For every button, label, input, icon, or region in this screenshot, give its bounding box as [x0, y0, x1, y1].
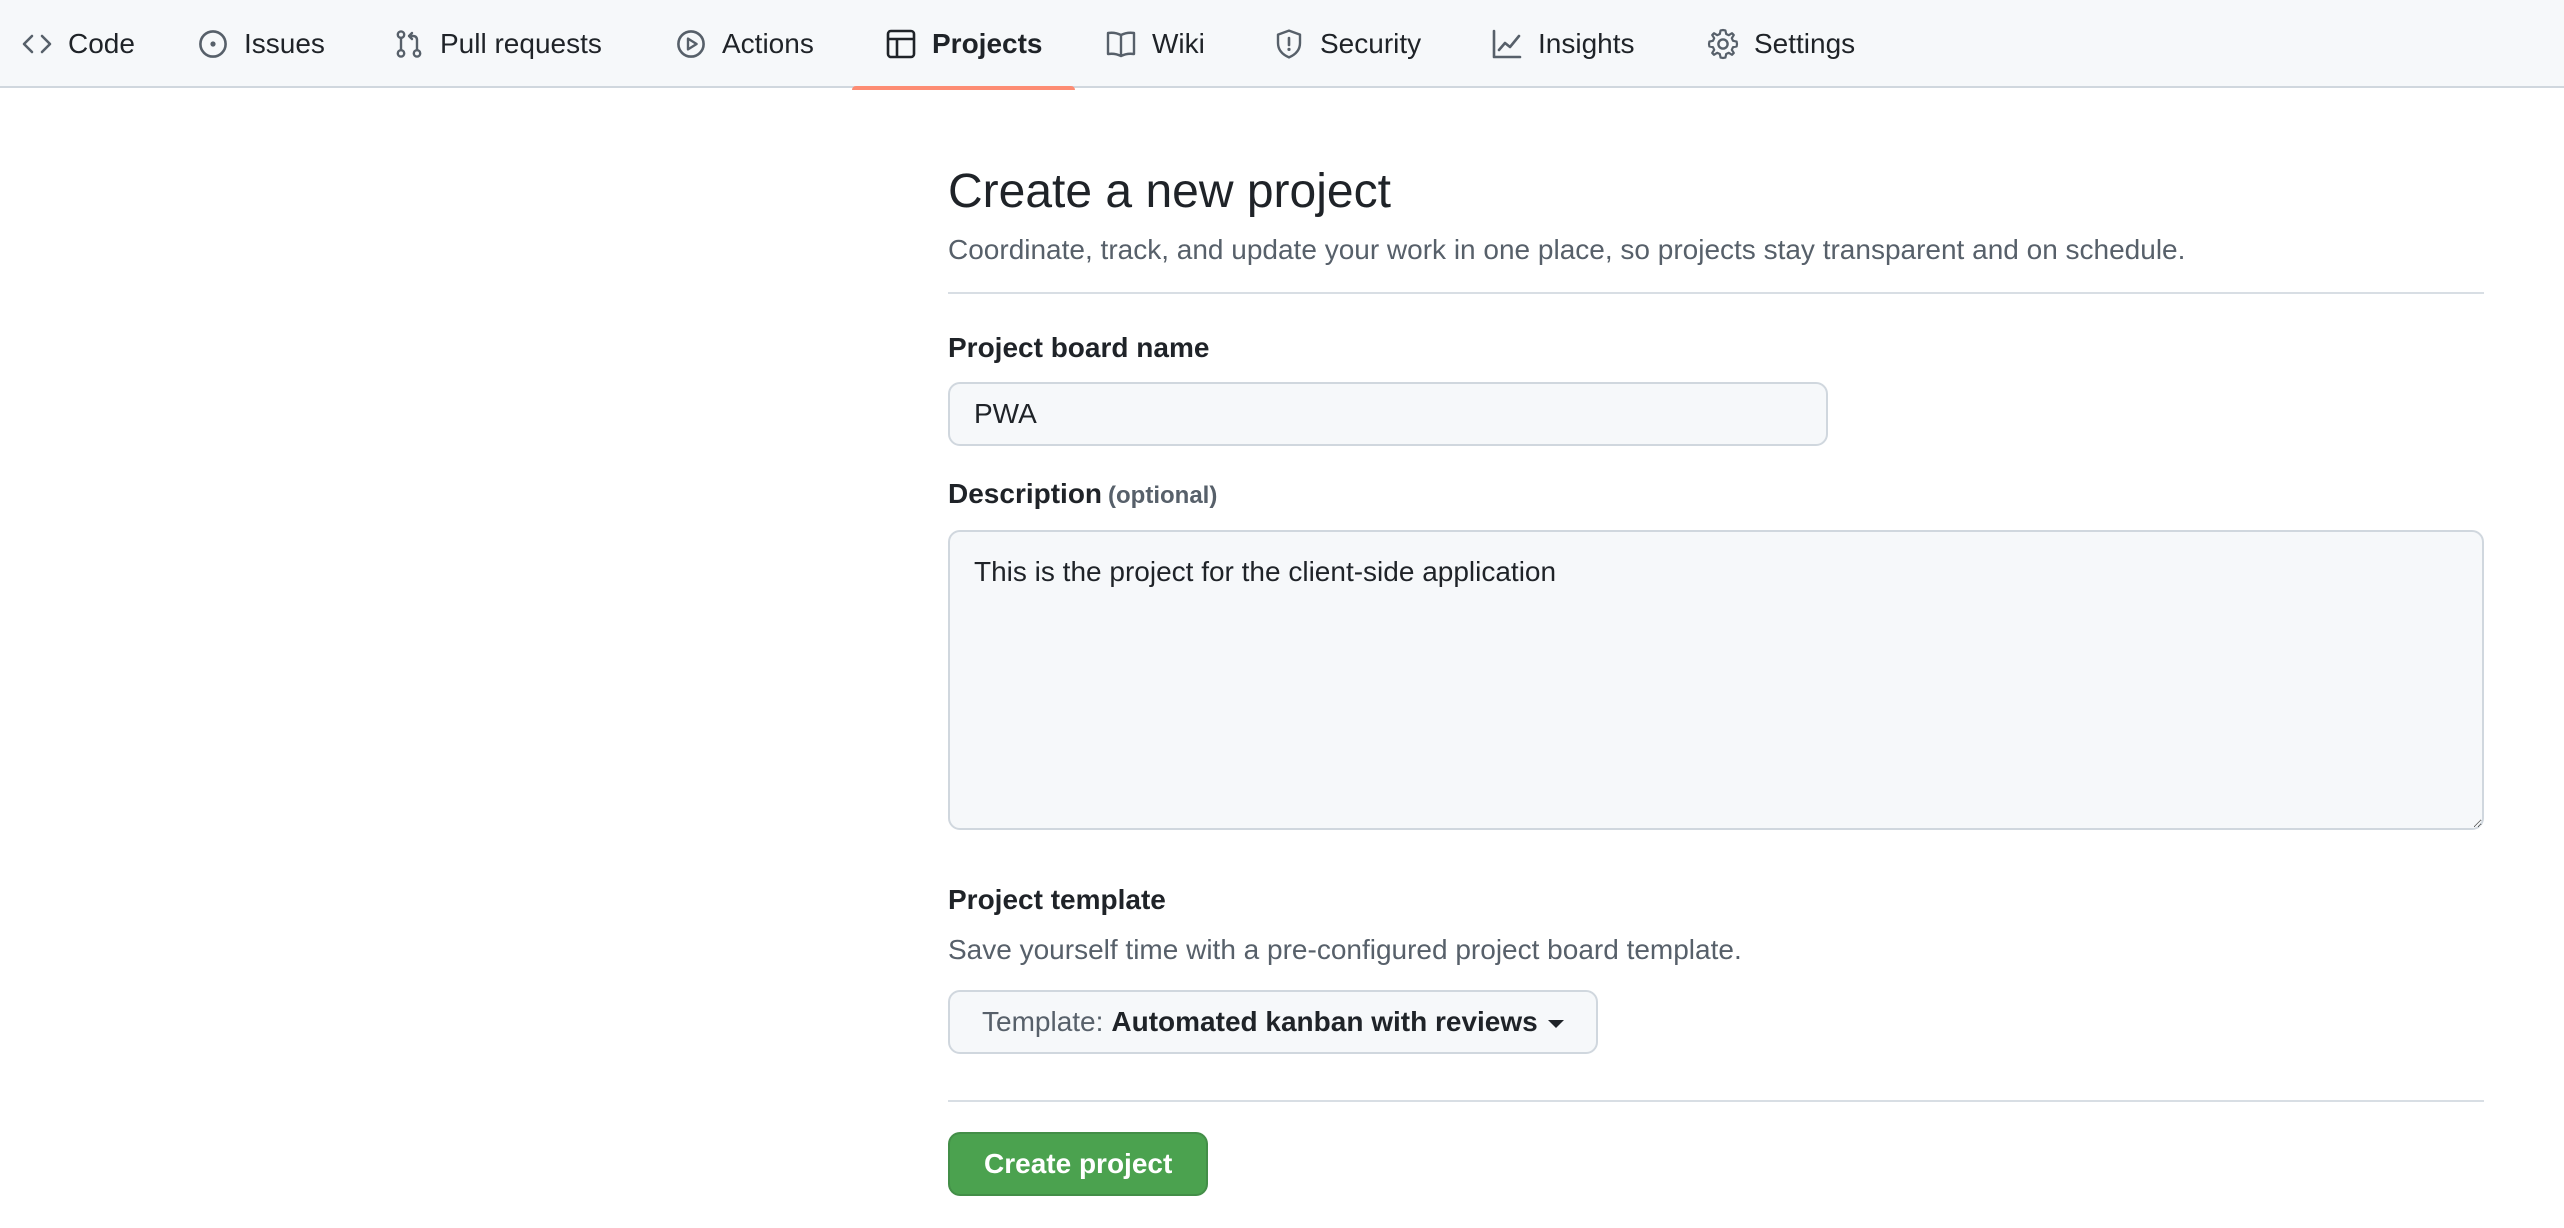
tab-label: Wiki — [1152, 28, 1205, 59]
issue-opened-icon — [196, 27, 230, 61]
template-help-text: Save yourself time with a pre-configured… — [948, 934, 1742, 965]
template-dropdown-button[interactable]: Template: Automated kanban with reviews — [948, 990, 1598, 1054]
tab-security[interactable]: Security — [1272, 0, 1421, 88]
table-icon — [884, 27, 918, 61]
tab-label: Settings — [1754, 28, 1856, 59]
project-name-input[interactable] — [948, 382, 1828, 446]
tab-pull-requests[interactable]: Pull requests — [392, 0, 602, 88]
repo-nav: Code Issues Pull requests Actions Projec… — [0, 0, 2564, 90]
graph-icon — [1490, 27, 1524, 61]
tab-actions[interactable]: Actions — [674, 0, 814, 88]
tab-label: Actions — [722, 28, 814, 59]
create-project-button[interactable]: Create project — [948, 1132, 1209, 1196]
page-subtitle: Coordinate, track, and update your work … — [948, 234, 2186, 265]
tab-label: Issues — [244, 28, 325, 59]
project-name-label: Project board name — [948, 328, 2484, 368]
tab-insights[interactable]: Insights — [1490, 0, 1635, 88]
tab-label: Projects — [932, 28, 1043, 59]
footer-divider — [948, 1100, 2484, 1102]
code-icon — [20, 27, 54, 61]
tab-issues[interactable]: Issues — [196, 0, 325, 88]
tab-label: Code — [68, 28, 135, 59]
optional-hint: (optional) — [1108, 482, 1218, 509]
tab-settings[interactable]: Settings — [1706, 0, 1855, 88]
page-title: Create a new project — [948, 165, 1391, 218]
description-label-text: Description — [948, 478, 1103, 509]
new-project-form: Create a new project Coordinate, track, … — [948, 160, 2484, 1196]
shield-icon — [1272, 27, 1306, 61]
play-icon — [674, 27, 708, 61]
tab-code[interactable]: Code — [20, 0, 135, 88]
tab-label: Security — [1320, 28, 1422, 59]
gear-icon — [1706, 27, 1740, 61]
description-textarea[interactable]: This is the project for the client-side … — [948, 530, 2484, 830]
tab-label: Insights — [1538, 28, 1635, 59]
template-selected-value: Automated kanban with reviews — [1111, 1006, 1538, 1037]
git-pull-request-icon — [392, 27, 426, 61]
template-label: Project template — [948, 884, 1166, 915]
caret-down-icon — [1547, 1020, 1564, 1028]
tab-projects[interactable]: Projects — [852, 0, 1074, 90]
project-name-label-text: Project board name — [948, 332, 1210, 363]
description-label: Description (optional) — [948, 474, 2484, 516]
tab-label: Pull requests — [440, 28, 602, 59]
tab-wiki[interactable]: Wiki — [1104, 0, 1205, 88]
book-icon — [1104, 27, 1138, 61]
header-divider — [948, 292, 2484, 294]
template-prefix: Template: — [982, 1006, 1104, 1037]
